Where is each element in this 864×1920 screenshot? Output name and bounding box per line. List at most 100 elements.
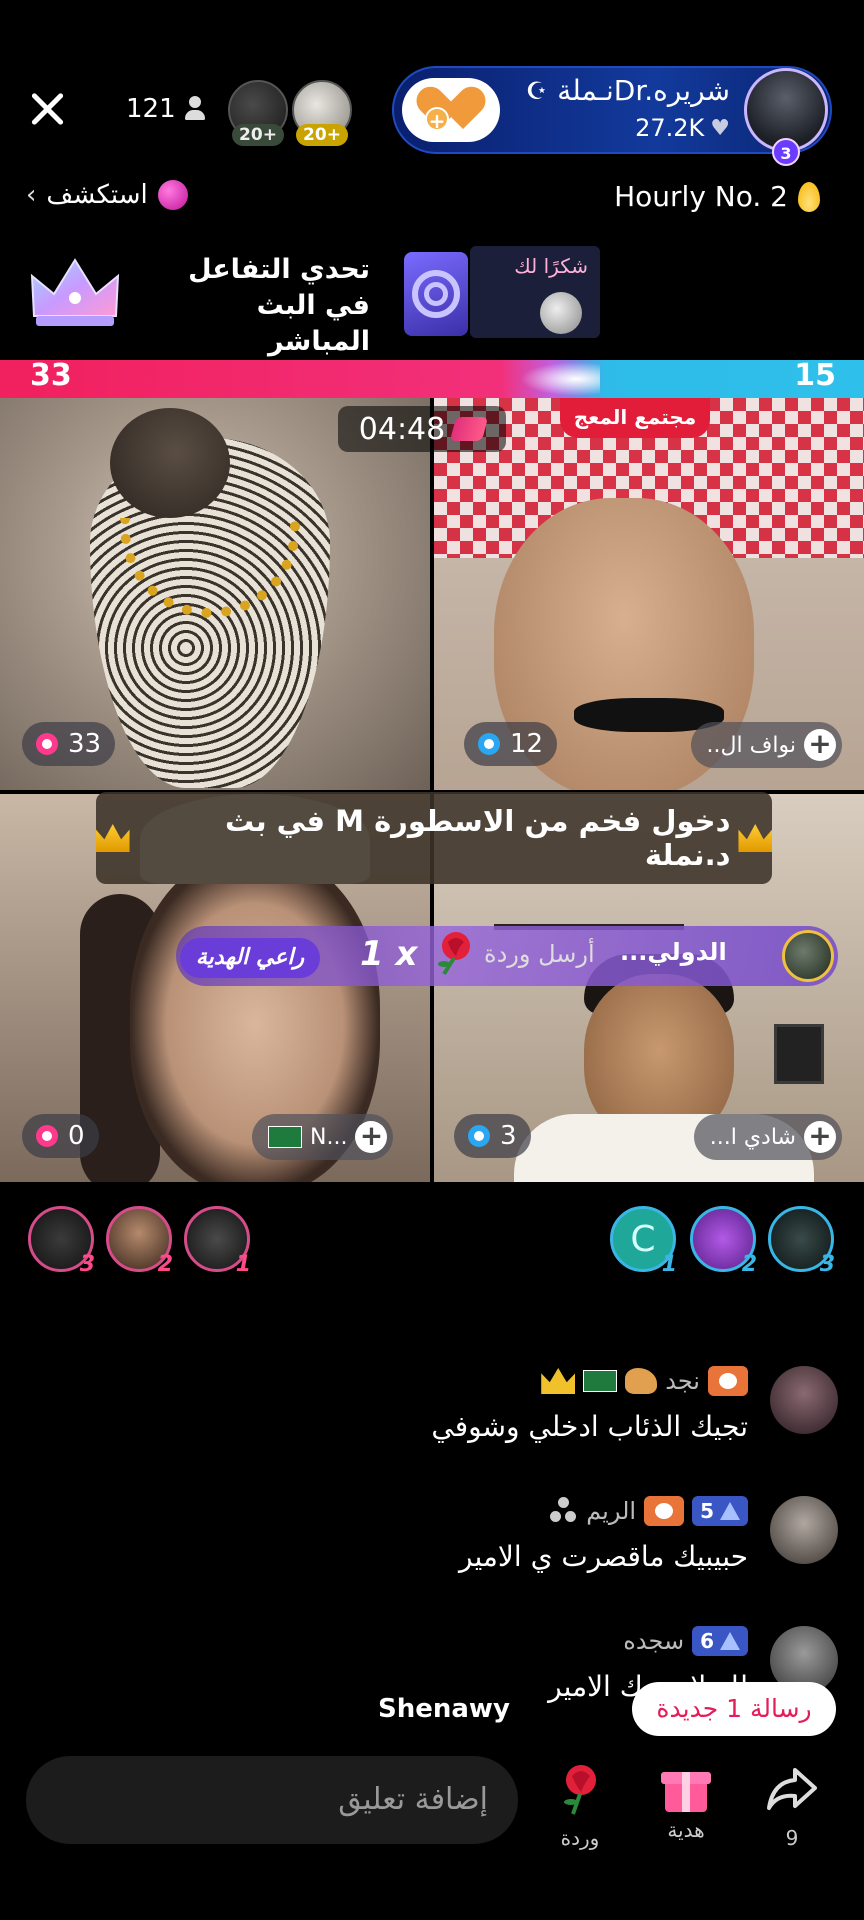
level-value: 6 — [700, 1629, 714, 1653]
gift-label: هدية — [667, 1818, 705, 1842]
tile-name-pill[interactable]: + نواف ال.. — [690, 722, 842, 768]
level-triangle-icon — [720, 1632, 740, 1650]
tile-top-banner: مجتمع المعج — [560, 398, 710, 438]
challenge-title[interactable]: تحدي التفاعل في البث المباشر — [150, 252, 370, 360]
gift-icon — [661, 1762, 711, 1812]
follow-plus-icon[interactable]: + — [804, 729, 836, 761]
contributor-rank: 2 — [741, 1252, 757, 1277]
hourly-rank[interactable]: Hourly No. 2 — [614, 180, 820, 213]
follow-heart-icon: + — [410, 80, 492, 133]
flame-icon — [798, 181, 820, 212]
video-tile-host[interactable]: 12 + نواف ال.. — [434, 398, 864, 790]
avatar[interactable] — [770, 1366, 838, 1434]
pk-timer: 04:48 — [338, 406, 506, 452]
watermark: Shenawy — [378, 1694, 510, 1724]
tile-name: شادي ا... — [709, 1124, 796, 1150]
contributor-avatar[interactable]: 2 — [690, 1206, 757, 1277]
host-likes-value: 27.2K — [635, 114, 705, 142]
tile-name-pill[interactable]: N... + — [252, 1114, 394, 1160]
tile-name-pill[interactable]: + شادي ا... — [693, 1114, 842, 1160]
score-icon — [36, 1125, 58, 1147]
tile-score: 33 — [68, 729, 102, 759]
tile-score: 3 — [500, 1121, 517, 1151]
chat-meta: نجد — [541, 1366, 748, 1396]
rose-button[interactable]: وردة — [540, 1762, 620, 1850]
fan-badge-icon — [644, 1496, 685, 1526]
tile-score-pill: 0 — [22, 1114, 99, 1158]
contributor-avatar[interactable]: 2 — [106, 1206, 173, 1277]
thanks-card[interactable]: شكرًا لك — [470, 246, 600, 338]
host-level-badge: 3 — [772, 138, 800, 166]
tile-name: N... — [310, 1124, 348, 1150]
crown-icon[interactable] — [28, 254, 122, 330]
level-triangle-icon — [720, 1502, 740, 1520]
score-icon — [36, 733, 58, 755]
crescent-icon: ☪ — [525, 76, 548, 105]
top-viewer-avatar[interactable]: 20+ — [292, 80, 352, 146]
contributor-avatar[interactable]: 1 — [184, 1206, 251, 1277]
chat-meta: 6 سجده — [623, 1626, 748, 1656]
contributor-rank: 2 — [157, 1252, 173, 1277]
rose-label: وردة — [560, 1826, 600, 1850]
gift-action: أرسل وردة — [484, 940, 595, 968]
person-icon — [184, 96, 206, 122]
contributor-rank: 1 — [661, 1252, 677, 1277]
tile-score-pill: 33 — [22, 722, 116, 766]
gift-sender: الدولي... — [620, 938, 727, 966]
falcon-head — [110, 408, 230, 518]
host-likes: 27.2K ♥ — [635, 114, 730, 142]
chat-text: حبيبيك ماقصرت ي الامير — [459, 1540, 748, 1573]
pk-left-score: 33 — [30, 358, 72, 393]
contributor-avatar[interactable]: 3 — [28, 1206, 95, 1277]
score-icon — [468, 1125, 490, 1147]
chat-message[interactable]: نجد تجيك الذئاب ادخلي وشوفي — [78, 1366, 838, 1456]
wall-plaque — [774, 1024, 824, 1084]
host-info-pill[interactable]: + ☪ نـملةDr.شريره 27.2K ♥ 3 — [392, 66, 832, 166]
host-name: ☪ نـملةDr.شريره — [526, 74, 730, 107]
crown-icon — [738, 824, 772, 852]
video-tile-falcon[interactable]: 33 — [0, 398, 430, 790]
top-viewer-avatar[interactable]: 20+ — [228, 80, 288, 146]
contributor-rank: 3 — [819, 1252, 835, 1277]
chat-username[interactable]: سجده — [623, 1627, 684, 1655]
follow-plus-icon[interactable]: + — [355, 1121, 388, 1153]
hourly-rank-label: Hourly No. 2 — [614, 180, 788, 213]
contributor-avatar[interactable]: C 1 — [610, 1206, 677, 1277]
new-message-button[interactable]: رسالة 1 جديدة — [632, 1682, 836, 1736]
explore-label: استكشف — [46, 180, 148, 210]
viewer-count-value: 121 — [126, 94, 176, 124]
gem-icon — [450, 417, 489, 441]
tile-score: 12 — [510, 729, 544, 759]
share-button[interactable]: 9 — [752, 1762, 832, 1850]
close-button[interactable] — [22, 84, 72, 134]
fan-badge-icon — [708, 1366, 748, 1396]
viewer-level-badge: 20+ — [296, 124, 348, 146]
saudi-flag-icon — [268, 1126, 302, 1148]
comment-input[interactable]: إضافة تعليق — [26, 1756, 518, 1844]
follow-plus-icon[interactable]: + — [804, 1121, 836, 1153]
explore-button[interactable]: ‹ استكشف — [26, 180, 188, 210]
gift-button[interactable]: هدية — [646, 1762, 726, 1842]
chat-username[interactable]: الريم — [586, 1497, 636, 1525]
contributor-avatar[interactable]: 3 — [768, 1206, 835, 1277]
follow-button[interactable]: + — [402, 78, 500, 142]
horse-icon — [625, 1368, 658, 1394]
viewer-count[interactable]: 121 — [126, 94, 206, 124]
group-dots-icon — [550, 1497, 578, 1525]
chat-text: تجيك الذئاب ادخلي وشوفي — [431, 1410, 748, 1443]
vip-entry-banner: دخول فخم من الاسطورة M في بث د.نملة — [96, 792, 772, 884]
level-value: 5 — [700, 1499, 714, 1523]
thanks-label: شكرًا لك — [514, 254, 588, 278]
pk-right-score: 15 — [794, 358, 836, 393]
heart-icon: ♥ — [710, 115, 730, 141]
gift-count: 1 x — [360, 934, 418, 974]
avatar[interactable] — [770, 1496, 838, 1564]
chat-message[interactable]: 5 الريم حبيبيك ماقصرت ي الامير — [78, 1496, 838, 1586]
share-arrow-icon — [767, 1768, 817, 1810]
chat-meta: 5 الريم — [550, 1496, 748, 1526]
rose-icon — [564, 1765, 596, 1815]
avatar[interactable] — [782, 930, 834, 982]
gift-sponsor-tag: راعي الهدية — [180, 938, 320, 978]
chat-username[interactable]: نجد — [665, 1367, 700, 1395]
target-icon[interactable] — [404, 252, 468, 336]
